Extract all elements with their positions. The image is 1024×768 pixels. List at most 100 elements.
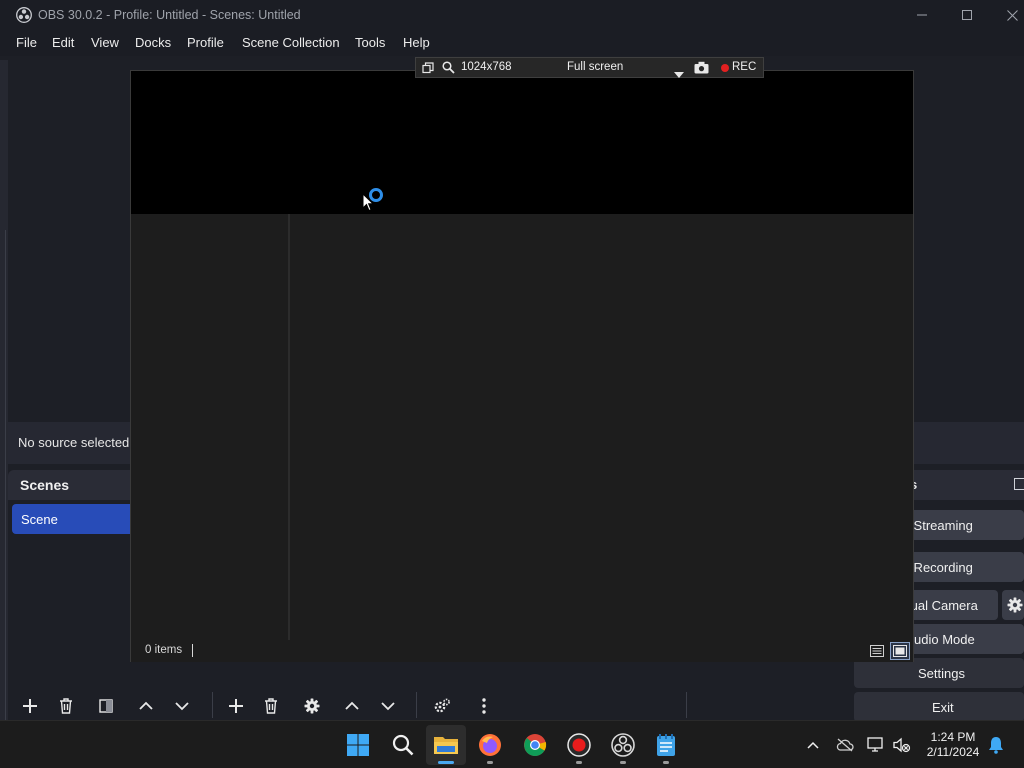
- menu-help[interactable]: Help: [403, 35, 430, 50]
- arrow-up-icon: [345, 701, 359, 710]
- maximize-icon: [962, 10, 972, 20]
- menu-view[interactable]: View: [91, 35, 119, 50]
- gear-icon: [1007, 597, 1023, 613]
- notifications-button[interactable]: [984, 733, 1008, 757]
- record-button[interactable]: REC: [732, 61, 756, 73]
- undock-icon[interactable]: [1014, 478, 1024, 490]
- advanced-audio-button[interactable]: [426, 690, 458, 722]
- toolbar-separator: [686, 692, 687, 718]
- remove-scene-button[interactable]: [50, 690, 82, 722]
- open-indicator: [487, 761, 493, 764]
- firefox-app[interactable]: [470, 725, 510, 765]
- arrow-down-icon: [381, 702, 395, 711]
- notepad-app[interactable]: [646, 725, 686, 765]
- exit-button[interactable]: Exit: [854, 692, 1024, 722]
- chevron-down-icon[interactable]: [674, 65, 684, 83]
- plus-icon: [23, 699, 37, 713]
- scene-filters-button[interactable]: [90, 690, 122, 722]
- capture-toolbar: 1024x768 Full screen REC: [415, 57, 764, 78]
- toolbar-separator: [212, 692, 213, 718]
- virtual-camera-label: tual Camera: [907, 598, 978, 613]
- search-icon: [392, 734, 414, 756]
- menu-scene-collection[interactable]: Scene Collection: [242, 35, 340, 50]
- system-clock[interactable]: 1:24 PM 2/11/2024: [918, 730, 988, 760]
- toolbar-separator: [416, 692, 417, 718]
- menu-profile[interactable]: Profile: [187, 35, 224, 50]
- capture-preview[interactable]: [131, 71, 913, 214]
- move-source-down-button[interactable]: [372, 690, 404, 722]
- obs-app[interactable]: [603, 725, 643, 765]
- settings-label: Settings: [918, 666, 965, 681]
- screen-capture-window[interactable]: 0 items: [130, 70, 914, 662]
- start-button[interactable]: [338, 725, 378, 765]
- mixer-menu-button[interactable]: [468, 690, 500, 722]
- advanced-audio-icon: [434, 698, 450, 713]
- studio-mode-label: udio Mode: [914, 632, 975, 647]
- obs-logo-icon: [16, 7, 32, 23]
- move-scene-down-button[interactable]: [166, 690, 198, 722]
- remove-source-button[interactable]: [255, 690, 287, 722]
- scene-item-label: Scene: [21, 512, 58, 527]
- thumbnail-view-button[interactable]: [890, 642, 910, 660]
- show-hidden-icons-button[interactable]: [801, 733, 825, 757]
- record-app-icon: [567, 733, 591, 757]
- network-tray-button[interactable]: [864, 733, 888, 757]
- menu-bar: File Edit View Docks Profile Scene Colle…: [0, 30, 1024, 56]
- clock-time: 1:24 PM: [930, 730, 976, 744]
- clock-date: 2/11/2024: [926, 745, 980, 759]
- kebab-menu-icon: [482, 698, 486, 714]
- taskbar: 1:24 PM 2/11/2024: [0, 720, 1024, 768]
- add-scene-button[interactable]: [14, 690, 46, 722]
- settings-button[interactable]: Settings: [854, 658, 1024, 688]
- network-icon: [867, 737, 883, 752]
- gear-icon: [304, 698, 320, 714]
- active-indicator: [438, 761, 454, 764]
- search-button[interactable]: [383, 725, 423, 765]
- firefox-icon: [479, 734, 501, 756]
- maximize-button[interactable]: [945, 0, 989, 30]
- menu-docks[interactable]: Docks: [135, 35, 171, 50]
- add-source-button[interactable]: [220, 690, 252, 722]
- menu-tools[interactable]: Tools: [355, 35, 385, 50]
- onedrive-tray-button[interactable]: [833, 733, 857, 757]
- volume-tray-button[interactable]: [890, 733, 914, 757]
- menu-file[interactable]: File: [16, 35, 37, 50]
- panel-divider[interactable]: [288, 214, 290, 640]
- scenes-dock-title: Scenes: [20, 477, 70, 493]
- window-title: OBS 30.0.2 - Profile: Untitled - Scenes:…: [38, 8, 301, 22]
- arrow-down-icon: [175, 702, 189, 711]
- zoom-icon[interactable]: [442, 61, 455, 79]
- obs-icon: [611, 733, 635, 757]
- camera-icon[interactable]: [694, 61, 709, 79]
- close-button[interactable]: [990, 0, 1024, 30]
- open-indicator: [576, 761, 582, 764]
- trash-icon: [60, 698, 72, 714]
- scenes-toolbar: [14, 690, 214, 722]
- windows-start-icon: [347, 734, 369, 756]
- sources-toolbar: [220, 690, 410, 722]
- chrome-app[interactable]: [515, 725, 555, 765]
- file-explorer-icon: [434, 737, 458, 754]
- chevron-up-icon: [807, 741, 819, 749]
- file-explorer-app[interactable]: [426, 725, 466, 765]
- open-indicator: [620, 761, 626, 764]
- menu-edit[interactable]: Edit: [52, 35, 74, 50]
- source-properties-button[interactable]: [296, 690, 328, 722]
- mixer-toolbar: [426, 690, 506, 722]
- capture-mode-select[interactable]: Full screen: [567, 61, 623, 73]
- notepad-icon: [657, 734, 675, 756]
- restore-icon[interactable]: [422, 61, 434, 79]
- minimize-button[interactable]: [900, 0, 944, 30]
- recorder-app[interactable]: [559, 725, 599, 765]
- move-scene-up-button[interactable]: [130, 690, 162, 722]
- record-dot-icon: [721, 64, 729, 72]
- capture-resolution: 1024x768: [461, 61, 512, 73]
- cloud-off-icon: [836, 738, 854, 752]
- text-caret: [192, 644, 193, 657]
- virtual-camera-settings-button[interactable]: [1002, 590, 1024, 620]
- mouse-cursor-icon: [362, 193, 374, 212]
- filter-icon: [99, 699, 113, 713]
- close-icon: [1006, 9, 1018, 21]
- move-source-up-button[interactable]: [336, 690, 368, 722]
- details-view-button[interactable]: [867, 642, 887, 660]
